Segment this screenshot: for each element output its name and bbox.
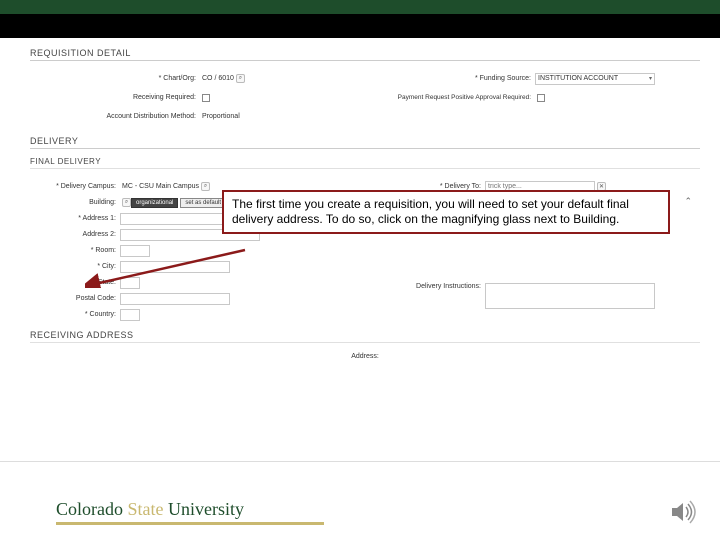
section-title-delivery: DELIVERY bbox=[30, 136, 700, 146]
country-label: * Country: bbox=[30, 311, 120, 318]
delivery-campus-value: MC - CSU Main Campus bbox=[120, 183, 199, 190]
logo-text-state: State bbox=[128, 499, 164, 519]
room-label: * Room: bbox=[30, 247, 120, 254]
delivery-to-label: * Delivery To: bbox=[365, 183, 485, 190]
room-input[interactable] bbox=[120, 245, 150, 257]
address2-label: Address 2: bbox=[30, 231, 120, 238]
state-input[interactable] bbox=[120, 277, 140, 289]
positive-approval-checkbox[interactable] bbox=[537, 94, 545, 102]
section-title-final-delivery: FINAL DELIVERY bbox=[30, 157, 700, 166]
state-label: State: bbox=[30, 279, 120, 286]
building-search-icon[interactable]: ⌕ bbox=[122, 198, 131, 207]
logo-underline bbox=[56, 522, 324, 525]
req-row-2: Receiving Required: Payment Request Posi… bbox=[30, 88, 700, 107]
req-row-1: * Chart/Org: CO / 6010 ⌕ * Funding Sourc… bbox=[30, 69, 700, 88]
funding-source-label: * Funding Source: bbox=[365, 75, 535, 82]
delivery-instructions-textarea[interactable] bbox=[485, 283, 655, 309]
search-icon[interactable]: ⌕ bbox=[201, 182, 210, 191]
account-dist-value: Proportional bbox=[200, 113, 240, 120]
receiving-address-label: Address: bbox=[351, 353, 379, 360]
delivery-campus-label: * Delivery Campus: bbox=[30, 183, 120, 190]
footer: Colorado State University bbox=[0, 488, 720, 540]
city-label: * City: bbox=[30, 263, 120, 270]
organizational-button[interactable]: organizational bbox=[131, 198, 178, 208]
logo-text-colorado: Colorado bbox=[56, 499, 123, 519]
search-icon[interactable]: ⌕ bbox=[236, 74, 245, 83]
logo-text-university: University bbox=[168, 499, 244, 519]
section-title-receiving-address: RECEIVING ADDRESS bbox=[30, 330, 700, 340]
divider bbox=[30, 148, 700, 149]
top-green-bar bbox=[0, 0, 720, 14]
divider bbox=[30, 60, 700, 61]
req-row-3: Account Distribution Method: Proportiona… bbox=[30, 107, 700, 126]
postal-label: Postal Code: bbox=[30, 295, 120, 302]
footer-divider bbox=[0, 461, 720, 462]
chart-org-label: * Chart/Org: bbox=[30, 75, 200, 82]
divider bbox=[30, 168, 700, 169]
chart-org-value: CO / 6010 bbox=[200, 75, 234, 82]
speaker-icon[interactable] bbox=[670, 500, 696, 524]
instruction-callout: The first time you create a requisition,… bbox=[222, 190, 670, 234]
delivery-instructions-label: Delivery Instructions: bbox=[365, 283, 485, 290]
postal-input[interactable] bbox=[120, 293, 230, 305]
receiving-required-label: Receiving Required: bbox=[30, 94, 200, 101]
address1-label: * Address 1: bbox=[30, 215, 120, 222]
country-input[interactable] bbox=[120, 309, 140, 321]
section-title-requisition-detail: REQUISITION DETAIL bbox=[30, 48, 700, 58]
collapse-caret-icon[interactable]: ⌃ bbox=[684, 196, 692, 207]
account-dist-label: Account Distribution Method: bbox=[30, 113, 200, 120]
receiving-required-checkbox[interactable] bbox=[202, 94, 210, 102]
funding-source-select[interactable]: INSTITUTION ACCOUNT bbox=[535, 73, 655, 85]
building-label: Building: bbox=[30, 199, 120, 206]
csu-logo: Colorado State University bbox=[56, 499, 324, 525]
header-black-bar bbox=[0, 14, 720, 38]
city-input[interactable] bbox=[120, 261, 230, 273]
divider bbox=[30, 342, 700, 343]
positive-approval-label: Payment Request Positive Approval Requir… bbox=[365, 94, 535, 101]
